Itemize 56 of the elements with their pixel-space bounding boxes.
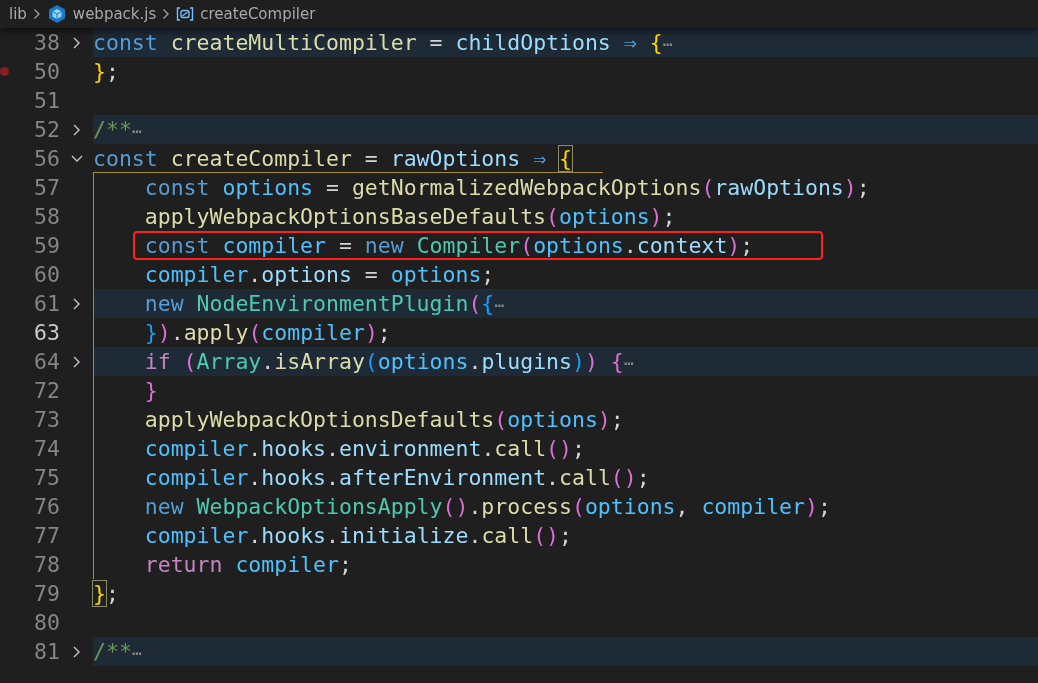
code-line: if (Array.isArray(options.plugins)) {⋯ xyxy=(143,349,635,374)
code-line: }).apply(compiler); xyxy=(143,320,391,345)
line-number: 50 xyxy=(33,58,60,86)
code-line: compiler.options = options; xyxy=(143,262,495,287)
breadcrumb-item[interactable]: webpack.js xyxy=(72,5,157,23)
line-number: 56 xyxy=(33,145,60,173)
code-line: } xyxy=(143,378,158,403)
breadcrumb-item[interactable]: lib xyxy=(9,5,27,23)
line-number: 75 xyxy=(33,464,60,492)
code-line: const createCompiler = rawOptions ⇒ { xyxy=(93,146,572,171)
chevron-right-icon xyxy=(162,8,171,20)
code-line: applyWebpackOptionsBaseDefaults(options); xyxy=(143,204,676,229)
line-number: 74 xyxy=(33,435,60,463)
cube-icon xyxy=(46,4,67,24)
code-line: new NodeEnvironmentPlugin({⋯ xyxy=(143,291,505,316)
line-number: 78 xyxy=(33,551,60,579)
line-number: 52 xyxy=(33,116,60,144)
code-line: applyWebpackOptionsDefaults(options); xyxy=(143,407,624,432)
breakpoint-dot[interactable] xyxy=(0,67,9,76)
code-line: return compiler; xyxy=(143,552,352,577)
chevron-right-icon[interactable] xyxy=(72,122,81,137)
code-line: const createMultiCompiler = childOptions ⇒ {⋯ xyxy=(93,30,673,55)
code-line: /**⋯ xyxy=(93,639,143,664)
line-number: 64 xyxy=(33,348,60,376)
line-number: 77 xyxy=(33,522,60,550)
line-number: 72 xyxy=(33,377,60,405)
chevron-down-icon[interactable] xyxy=(69,154,84,163)
code-line: }; xyxy=(93,581,119,606)
code-line: const options = getNormalizedWebpackOptions(rawOptions); xyxy=(143,175,870,200)
code-line: const compiler = new Compiler(options.context); xyxy=(143,233,754,258)
line-number: 58 xyxy=(33,203,60,231)
code-line: }; xyxy=(93,59,119,84)
code-line: compiler.hooks.environment.call(); xyxy=(143,436,585,461)
chevron-right-icon[interactable] xyxy=(72,354,81,369)
line-number: 79 xyxy=(33,580,60,608)
line-number: 57 xyxy=(33,174,60,202)
line-number: 63 xyxy=(33,319,60,347)
line-number: 61 xyxy=(33,290,60,318)
chevron-right-icon[interactable] xyxy=(72,644,81,659)
chevron-right-icon xyxy=(32,8,41,20)
code-line: compiler.hooks.initialize.call(); xyxy=(143,523,572,548)
line-number: 73 xyxy=(33,406,60,434)
code-line: /**⋯ xyxy=(93,117,143,142)
line-number: 60 xyxy=(33,261,60,289)
line-number: 59 xyxy=(33,232,60,260)
variable-icon xyxy=(176,7,195,21)
line-number: 80 xyxy=(33,609,60,637)
breadcrumb-item[interactable]: createCompiler xyxy=(200,5,316,23)
code-line: new WebpackOptionsApply().process(options, compiler); xyxy=(143,494,831,519)
chevron-right-icon[interactable] xyxy=(72,296,81,311)
line-number: 76 xyxy=(33,493,60,521)
line-number: 81 xyxy=(33,638,60,666)
line-number: 51 xyxy=(33,87,60,115)
code-line: compiler.hooks.afterEnvironment.call(); xyxy=(143,465,650,490)
line-number: 38 xyxy=(33,29,60,57)
chevron-right-icon[interactable] xyxy=(72,35,81,50)
